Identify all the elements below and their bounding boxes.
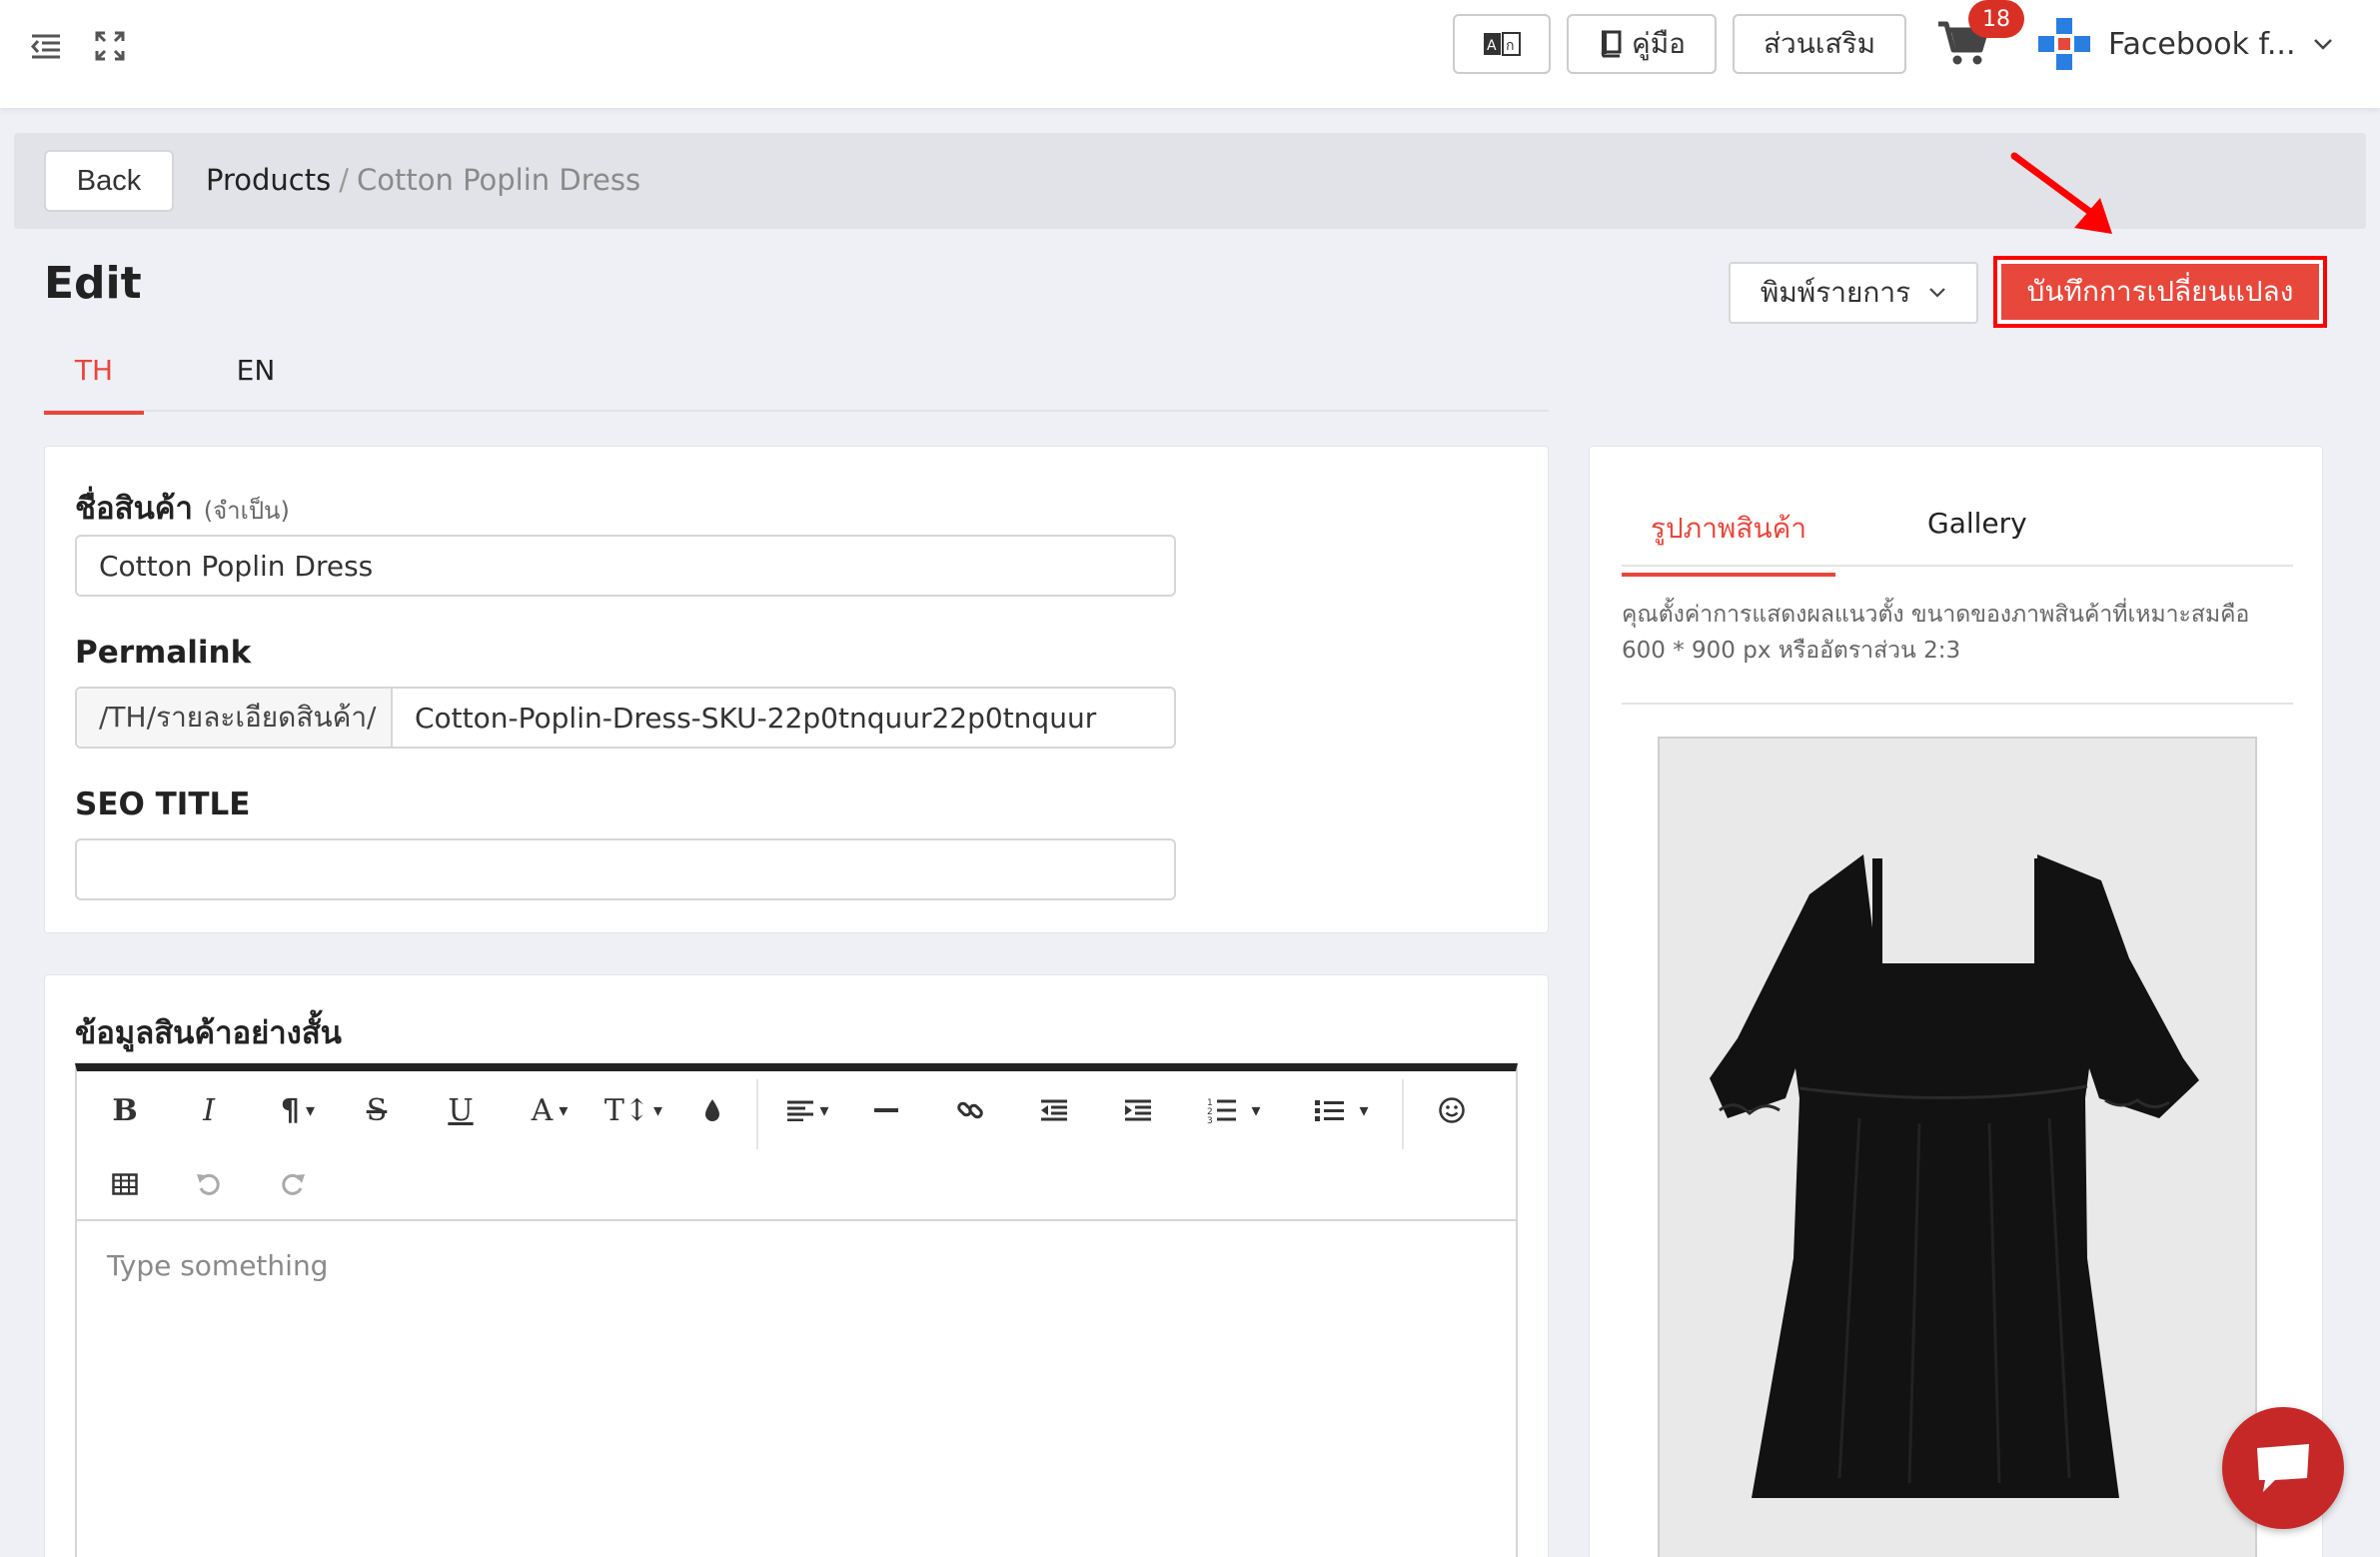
bullet-list-icon [1315,1100,1345,1121]
chat-bubble-icon [2257,1444,2309,1492]
manual-button[interactable]: คู่มือ [1567,14,1717,74]
print-label: พิมพ์รายการ [1760,277,1911,308]
editor-placeholder[interactable]: Type something [107,1249,328,1282]
store-logo-icon [2038,18,2090,70]
product-name-input[interactable]: Cotton Poplin Dress [75,535,1176,597]
redo-button[interactable] [261,1157,325,1211]
breadcrumb-separator: / [339,163,349,197]
cart-count-badge: 18 [1968,0,2024,38]
product-name-value: Cotton Poplin Dress [99,549,374,583]
unordered-list-button[interactable]: ▾ [1298,1083,1386,1137]
product-name-label-text: ชื่อสินค้า [75,491,193,527]
underline-button[interactable]: U [429,1083,493,1137]
chevron-down-icon [1929,288,1945,298]
outdent-button[interactable] [1022,1083,1086,1137]
permalink-value: Cotton-Poplin-Dress-SKU-22p0tnquur22p0tn… [415,701,1097,735]
product-info-card: ชื่อสินค้า (จำเป็น) Cotton Poplin Dress … [44,446,1549,933]
indent-icon [1125,1099,1151,1121]
redo-icon [282,1173,305,1195]
align-left-icon [787,1100,814,1121]
emoticon-button[interactable] [1420,1083,1484,1137]
bold-button[interactable]: B [93,1083,157,1137]
translate-button[interactable]: Aก [1453,14,1551,74]
book-icon [1601,30,1622,58]
align-button[interactable]: ▾ [770,1083,844,1137]
manual-label: คู่มือ [1631,28,1686,59]
insert-table-button[interactable] [93,1157,157,1211]
undo-icon [197,1173,220,1195]
addons-label: ส่วนเสริม [1763,28,1876,59]
svg-text:A: A [1487,38,1497,54]
chevron-down-icon [2313,39,2332,50]
link-button[interactable] [938,1083,1002,1137]
account-name: Facebook f... [2108,26,2296,62]
page-title: Edit [44,258,142,309]
ordered-list-button[interactable]: 1 2 3 ▾ [1190,1083,1278,1137]
breadcrumb: Products / Cotton Poplin Dress [206,163,640,197]
tabs-divider [44,410,1549,412]
toolbar-separator [1402,1079,1404,1149]
seo-title-input[interactable] [75,838,1176,900]
font-color-button[interactable]: A ▾ [513,1083,587,1137]
product-image[interactable] [1658,737,2257,1557]
ordered-list-icon: 123 [1207,1098,1237,1124]
chat-button[interactable] [2222,1407,2344,1529]
breadcrumb-current: Cotton Poplin Dress [357,163,641,197]
breadcrumb-products-link[interactable]: Products [206,163,331,197]
smiley-icon [1439,1097,1465,1123]
tab-th[interactable]: TH [44,354,144,415]
top-bar: Aก คู่มือ ส่วนเสริม 18 Facebook f... [0,0,2380,108]
addons-button[interactable]: ส่วนเสริม [1733,14,1906,74]
product-image-card: รูปภาพสินค้า Gallery คุณตั้งค่าการแสดงผล… [1589,446,2323,1557]
save-button-highlight: บันทึกการเปลี่ยนแปลง [1993,256,2327,328]
paragraph-format-button[interactable]: ¶ ▾ [261,1083,335,1137]
droplet-icon [705,1099,719,1121]
save-changes-button[interactable]: บันทึกการเปลี่ยนแปลง [2001,264,2319,320]
translate-icon: Aก [1484,32,1521,56]
link-icon [957,1101,983,1119]
short-description-card: ข้อมูลสินค้าอย่างสั้น B I ¶ ▾ S U A ▾ T↕ ▾ … [44,974,1549,1557]
account-switcher[interactable]: Facebook f... [2036,16,2334,72]
editor-toolbar: B I ¶ ▾ S U A ▾ T↕ ▾ ▾ 1 2 3 ▾ ▾ [77,1071,1516,1221]
annotation-arrow-icon [2010,152,2112,234]
svg-text:3: 3 [1207,1116,1213,1124]
product-name-label: ชื่อสินค้า (จำเป็น) [75,483,290,533]
hint-divider [1622,703,2293,705]
image-tabs-divider [1622,565,2293,567]
permalink-label: Permalink [75,635,252,671]
font-size-button[interactable]: T↕ ▾ [596,1083,670,1137]
permalink-prefix: /TH/รายละเอียดสินค้า/ [77,689,393,747]
short-description-label: ข้อมูลสินค้าอย่างสั้น [75,1015,342,1051]
strikethrough-button[interactable]: S [345,1083,409,1137]
outdent-icon [1041,1099,1067,1121]
indent-button[interactable] [1106,1083,1170,1137]
fullscreen-icon[interactable] [92,28,128,64]
color-fill-button[interactable] [680,1083,744,1137]
image-size-hint: คุณตั้งค่าการแสดงผลแนวตั้ง ขนาดของภาพสิน… [1622,602,2250,664]
seo-title-label: SEO TITLE [75,786,251,822]
toolbar-separator [756,1079,758,1149]
italic-button[interactable]: I [177,1083,241,1137]
menu-collapse-icon[interactable] [28,28,64,64]
permalink-input[interactable]: /TH/รายละเอียดสินค้า/ Cotton-Poplin-Dres… [75,687,1176,749]
horizontal-rule-button[interactable] [854,1083,918,1137]
svg-text:ก: ก [1506,38,1514,54]
minus-icon [874,1108,898,1112]
undo-button[interactable] [177,1157,241,1211]
table-icon [112,1173,138,1195]
rich-text-editor: B I ¶ ▾ S U A ▾ T↕ ▾ ▾ 1 2 3 ▾ ▾ Type so… [75,1063,1518,1557]
tab-gallery[interactable]: Gallery [1927,507,2027,540]
back-button[interactable]: Back [44,150,174,212]
tab-en[interactable]: EN [206,354,306,387]
required-note: (จำเป็น) [203,497,290,525]
print-dropdown-button[interactable]: พิมพ์รายการ [1729,262,1978,324]
dress-image-icon [1710,854,2199,1498]
